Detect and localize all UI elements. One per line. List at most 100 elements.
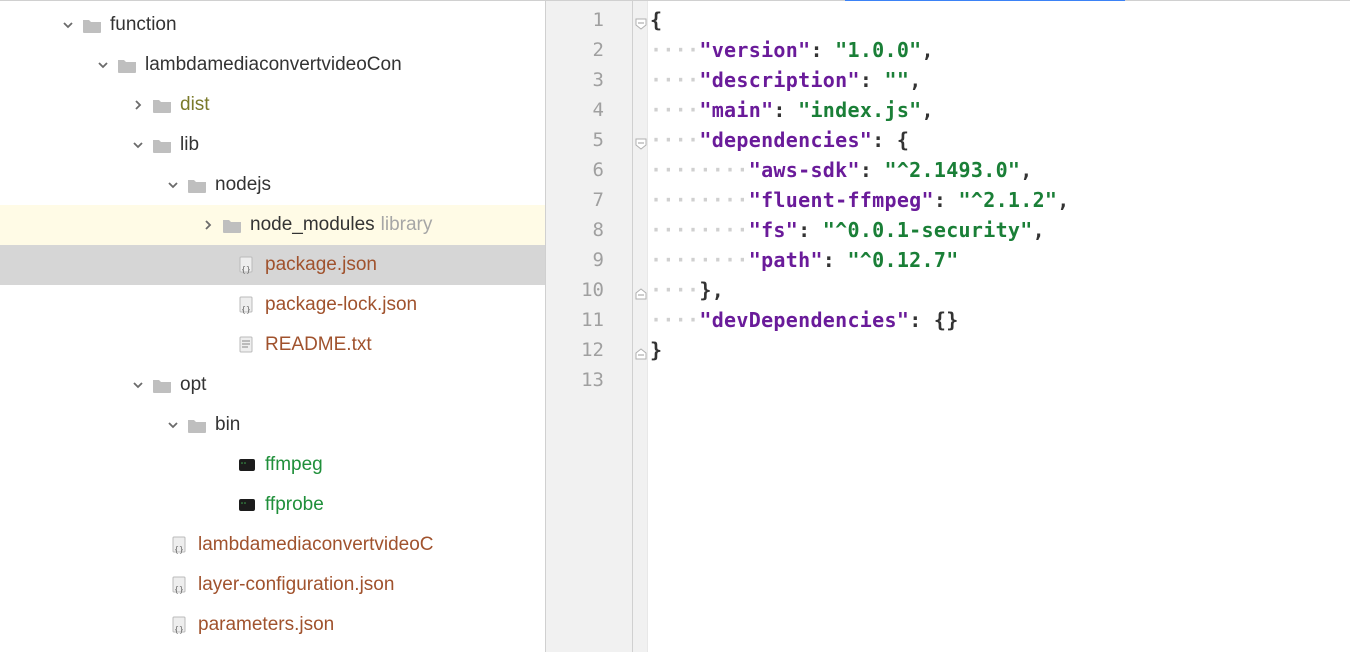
fold-toggle-icon[interactable]	[635, 14, 647, 26]
line-number[interactable]: 3	[546, 65, 632, 95]
code-line[interactable]: }	[648, 335, 1350, 365]
tree-item[interactable]: lib	[0, 125, 545, 165]
folder-icon	[187, 416, 207, 434]
code-line[interactable]: ····"version": "1.0.0",	[648, 35, 1350, 65]
tree-item-label: lambdamediaconvertvideoCon	[145, 54, 402, 76]
tree-item-label: README.txt	[265, 334, 372, 356]
whitespace-guide: ····	[650, 278, 699, 302]
json-punct: {	[650, 8, 662, 32]
text-icon	[237, 336, 257, 354]
json-punct: ,	[1057, 188, 1069, 212]
line-number[interactable]: 10	[546, 275, 632, 305]
json-key: "fluent-ffmpeg"	[749, 188, 934, 212]
tree-item[interactable]: function	[0, 5, 545, 45]
editor-pane: 12345678910111213 {····"version": "1.0.0…	[545, 1, 1350, 652]
json-punct: :	[934, 188, 959, 212]
json-punct: ,	[1020, 158, 1032, 182]
line-number[interactable]: 4	[546, 95, 632, 125]
whitespace-guide: ····	[650, 128, 699, 152]
json-punct: ,	[922, 38, 934, 62]
code-line[interactable]: {	[648, 5, 1350, 35]
tree-item[interactable]: {}parameters.json	[0, 605, 545, 645]
svg-text:{}: {}	[174, 545, 184, 554]
line-number[interactable]: 6	[546, 155, 632, 185]
tree-item[interactable]: {}package-lock.json	[0, 285, 545, 325]
whitespace-guide: ····	[650, 38, 699, 62]
tree-item[interactable]: lambdamediaconvertvideoCon	[0, 45, 545, 85]
json-punct: : {	[872, 128, 909, 152]
fold-toggle-icon[interactable]	[635, 344, 647, 356]
json-string: "index.js"	[798, 98, 921, 122]
code-line[interactable]: ····},	[648, 275, 1350, 305]
tree-item[interactable]: opt	[0, 365, 545, 405]
json-punct: :	[860, 68, 885, 92]
json-punct: },	[699, 278, 724, 302]
project-tree[interactable]: functionlambdamediaconvertvideoCondistli…	[0, 1, 545, 652]
line-number[interactable]: 1	[546, 5, 632, 35]
tree-item-label: node_modules	[250, 214, 375, 236]
svg-text:{}: {}	[174, 625, 184, 634]
chevron-down-icon[interactable]	[130, 377, 146, 393]
tree-item[interactable]: ffmpeg	[0, 445, 545, 485]
tree-item[interactable]: dist	[0, 85, 545, 125]
json-punct: : {}	[909, 308, 958, 332]
line-number[interactable]: 5	[546, 125, 632, 155]
line-number[interactable]: 7	[546, 185, 632, 215]
json-string: "^0.12.7"	[847, 248, 958, 272]
whitespace-guide: ····	[650, 68, 699, 92]
tree-item-label: lambdamediaconvertvideoC	[198, 534, 434, 556]
line-number-gutter[interactable]: 12345678910111213	[546, 1, 632, 652]
json-icon: {}	[170, 616, 190, 634]
code-line[interactable]: ········"aws-sdk": "^2.1493.0",	[648, 155, 1350, 185]
json-icon: {}	[237, 256, 257, 274]
line-number[interactable]: 11	[546, 305, 632, 335]
tree-item[interactable]: bin	[0, 405, 545, 445]
json-punct: ,	[922, 98, 934, 122]
chevron-down-icon[interactable]	[95, 57, 111, 73]
chevron-down-icon[interactable]	[60, 17, 76, 33]
line-number[interactable]: 9	[546, 245, 632, 275]
tree-item[interactable]: {} layer-configuration.json	[0, 565, 545, 605]
code-line[interactable]: ········"fluent-ffmpeg": "^2.1.2",	[648, 185, 1350, 215]
tree-item-label: function	[110, 14, 177, 36]
folder-icon	[82, 16, 102, 34]
svg-text:{}: {}	[174, 585, 184, 594]
tree-item-hint: library	[381, 214, 433, 236]
tree-item[interactable]: {}package.json	[0, 245, 545, 285]
line-number[interactable]: 12	[546, 335, 632, 365]
chevron-down-icon[interactable]	[165, 177, 181, 193]
tree-item-label: layer-configuration.json	[198, 574, 394, 596]
json-punct: :	[823, 248, 848, 272]
tree-item[interactable]: {} lambdamediaconvertvideoC	[0, 525, 545, 565]
code-area[interactable]: { ····"version": "1.0.0",····"description…	[648, 1, 1350, 652]
fold-toggle-icon[interactable]	[635, 134, 647, 146]
code-line[interactable]: ········"path": "^0.12.7"	[648, 245, 1350, 275]
code-line[interactable]: ····"main": "index.js",	[648, 95, 1350, 125]
json-punct: ,	[909, 68, 921, 92]
chevron-down-icon[interactable]	[130, 137, 146, 153]
json-icon: {}	[237, 296, 257, 314]
fold-ribbon[interactable]	[632, 1, 648, 652]
tree-item[interactable]: node_modules library	[0, 205, 545, 245]
code-line[interactable]: ········"fs": "^0.0.1-security",	[648, 215, 1350, 245]
code-line[interactable]: ····"dependencies": {	[648, 125, 1350, 155]
chevron-right-icon[interactable]	[130, 97, 146, 113]
code-line[interactable]	[648, 365, 1350, 395]
code-line[interactable]: ····"description": "",	[648, 65, 1350, 95]
svg-text:{}: {}	[241, 265, 251, 274]
json-punct: ,	[1033, 218, 1045, 242]
code-line[interactable]: ····"devDependencies": {}	[648, 305, 1350, 335]
whitespace-guide: ········	[650, 188, 749, 212]
line-number[interactable]: 2	[546, 35, 632, 65]
line-number[interactable]: 13	[546, 365, 632, 395]
json-icon: {}	[170, 576, 190, 594]
tree-item[interactable]: ffprobe	[0, 485, 545, 525]
tree-item[interactable]: nodejs	[0, 165, 545, 205]
folder-icon	[117, 56, 137, 74]
line-number[interactable]: 8	[546, 215, 632, 245]
tree-item[interactable]: README.txt	[0, 325, 545, 365]
fold-toggle-icon[interactable]	[635, 284, 647, 296]
chevron-down-icon[interactable]	[165, 417, 181, 433]
tree-item-label: nodejs	[215, 174, 271, 196]
chevron-right-icon[interactable]	[200, 217, 216, 233]
